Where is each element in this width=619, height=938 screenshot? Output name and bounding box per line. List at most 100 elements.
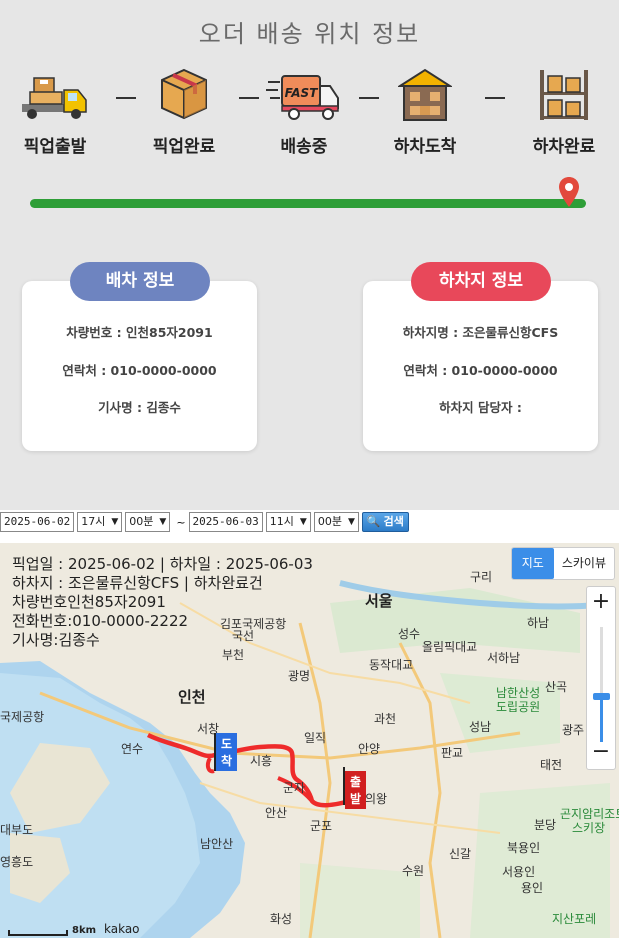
map-place-label: 도립공원 xyxy=(496,700,541,714)
info-dates: 픽업일 : 2025-06-02 | 하차일 : 2025-06-03 xyxy=(12,555,313,573)
zoom-out-button[interactable]: − xyxy=(587,739,615,764)
map-place-label: 화성 xyxy=(270,912,293,926)
dispatch-info-heading: 배차 정보 xyxy=(70,262,210,301)
zoom-control: + − xyxy=(586,586,616,770)
delivery-status-panel: 오더 배송 위치 정보 픽업출발 픽업완료 FAST 배송중 하차도착 하차완료… xyxy=(0,0,619,510)
map-place-label: 서울 xyxy=(365,592,393,610)
fast-delivery-truck-icon: FAST xyxy=(249,60,359,122)
map-place-label: 시흥 xyxy=(250,754,273,768)
step-unload-complete: 하차완료 xyxy=(509,60,619,157)
package-box-icon xyxy=(129,60,239,122)
chevron-down-icon: ▼ xyxy=(159,517,167,527)
location-pin-icon xyxy=(558,176,580,212)
map-place-label: 수원 xyxy=(402,864,425,878)
step-label: 하차완료 xyxy=(532,137,596,157)
info-unload: 하차지 : 조은물류신항CFS | 하차완료건 xyxy=(12,574,263,592)
order-info-overlay: 픽업일 : 2025-06-02 | 하차일 : 2025-06-03 하차지 … xyxy=(12,555,313,650)
step-label: 픽업완료 xyxy=(152,137,216,157)
unload-contact: 연락처 : 010-0000-0000 xyxy=(403,363,558,378)
unload-info-card: 하차지명 : 조은물류신항CFS 연락처 : 010-0000-0000 하차지… xyxy=(363,281,598,451)
chevron-down-icon: ▼ xyxy=(347,517,355,527)
info-phone: 전화번호:010-0000-2222 xyxy=(12,612,189,630)
map-place-label: 광주 xyxy=(562,723,585,737)
search-button[interactable]: 🔍 검색 xyxy=(361,512,409,532)
map-place-label: 올림픽대교 xyxy=(422,640,478,654)
warehouse-icon xyxy=(370,60,480,122)
map-place-label: 광명 xyxy=(288,669,311,683)
step-label: 배송중 xyxy=(280,137,328,157)
dispatch-contact: 연락처 : 010-0000-0000 xyxy=(62,363,217,378)
departure-flag-label: 출발 xyxy=(345,771,367,809)
map-place-label: 태전 xyxy=(540,758,563,772)
map-type-control: 지도 스카이뷰 xyxy=(510,547,615,580)
step-in-transit: FAST 배송중 xyxy=(249,60,359,157)
map-place-label: 과천 xyxy=(374,712,397,726)
map-place-label: 용인 xyxy=(521,881,544,895)
unload-place: 하차지명 : 조은물류신항CFS xyxy=(402,325,559,340)
map-place-label: 국제공항 xyxy=(0,710,45,724)
map-type-roadmap-button[interactable]: 지도 xyxy=(511,548,554,579)
search-button-label: 검색 xyxy=(383,515,404,528)
step-label: 하차도착 xyxy=(393,137,457,157)
map-place-label: 대부도 xyxy=(0,823,34,837)
select-value: 00분 xyxy=(129,515,154,528)
shelf-boxes-icon xyxy=(509,60,619,122)
map-type-skyview-button[interactable]: 스카이뷰 xyxy=(554,548,614,579)
truck-boxes-icon xyxy=(0,60,110,122)
select-value: 17시 xyxy=(81,515,106,528)
map-place-label: 일직 xyxy=(304,731,327,745)
map-place-label: 인천 xyxy=(178,688,206,706)
end-minute-select[interactable]: 00분 ▼ xyxy=(313,512,359,532)
zoom-in-button[interactable]: + xyxy=(587,589,615,614)
map-place-label: 연수 xyxy=(121,742,144,756)
arrival-flag-label: 도착 xyxy=(216,733,238,771)
search-icon: 🔍 xyxy=(366,515,381,528)
map-scale: 8km xyxy=(8,925,96,936)
map-place-label: 의왕 xyxy=(365,792,388,806)
date-filter-bar: 2025-06-02 17시 ▼ 00분 ▼ ~ 2025-06-03 11시 ▼ 0… xyxy=(0,511,409,533)
end-hour-select[interactable]: 11시 ▼ xyxy=(265,512,311,532)
range-separator: ~ xyxy=(176,515,186,529)
map-place-label: 북용인 xyxy=(507,841,541,855)
driver-name: 기사명 : 김종수 xyxy=(98,400,181,415)
chevron-down-icon: ▼ xyxy=(111,517,119,527)
map-place-label: 판교 xyxy=(441,746,464,760)
scale-bar xyxy=(8,930,68,936)
map-place-label: 동작대교 xyxy=(369,658,414,672)
map-place-label: 성수 xyxy=(398,627,421,641)
start-hour-select[interactable]: 17시 ▼ xyxy=(77,512,123,532)
step-pickup-complete: 픽업완료 xyxy=(129,60,239,157)
step-label: 픽업출발 xyxy=(23,137,87,157)
select-value: 11시 xyxy=(269,515,294,528)
map-place-label: 안산 xyxy=(265,806,288,820)
page-title: 오더 배송 위치 정보 xyxy=(198,20,421,48)
unload-info-heading: 하차지 정보 xyxy=(411,262,551,301)
dispatch-info-card: 차량번호 : 인천85자2091 연락처 : 010-0000-0000 기사명… xyxy=(22,281,257,451)
info-vehicle: 차량번호인천85자2091 xyxy=(12,593,166,611)
map-place-label: 안양 xyxy=(358,742,381,756)
step-connector xyxy=(485,97,505,99)
step-unload-arrive: 하차도착 xyxy=(370,60,480,157)
unload-manager: 하차지 담당자 : xyxy=(439,400,522,415)
zoom-slider-handle[interactable] xyxy=(593,693,610,700)
map-place-label: 스키장 xyxy=(572,821,606,835)
map-place-label: 분당 xyxy=(534,818,557,832)
end-date-input[interactable]: 2025-06-03 xyxy=(188,512,263,532)
start-minute-select[interactable]: 00분 ▼ xyxy=(125,512,171,532)
map-place-label: 군자 xyxy=(283,781,306,795)
map-place-label: 남안산 xyxy=(200,837,234,851)
map-place-label: 산곡 xyxy=(545,680,568,694)
select-value: 00분 xyxy=(317,515,342,528)
svg-text:FAST: FAST xyxy=(285,86,319,100)
map-place-label: 서하남 xyxy=(487,651,521,665)
start-date-input[interactable]: 2025-06-02 xyxy=(0,512,75,532)
route-map[interactable]: 서울 인천 구리 하남 성수 올림픽대교 동작대교 서하남 김포국제공항 국선 … xyxy=(0,543,619,938)
chevron-down-icon: ▼ xyxy=(299,517,307,527)
kakao-logo: kakao xyxy=(104,922,140,936)
step-pickup-depart: 픽업출발 xyxy=(0,60,110,157)
map-place-label: 신갈 xyxy=(449,847,472,861)
map-place-label: 성남 xyxy=(469,720,492,734)
delivery-progress-bar xyxy=(30,199,586,208)
map-place-label: 하남 xyxy=(527,616,550,630)
zoom-slider-fill xyxy=(600,697,603,742)
